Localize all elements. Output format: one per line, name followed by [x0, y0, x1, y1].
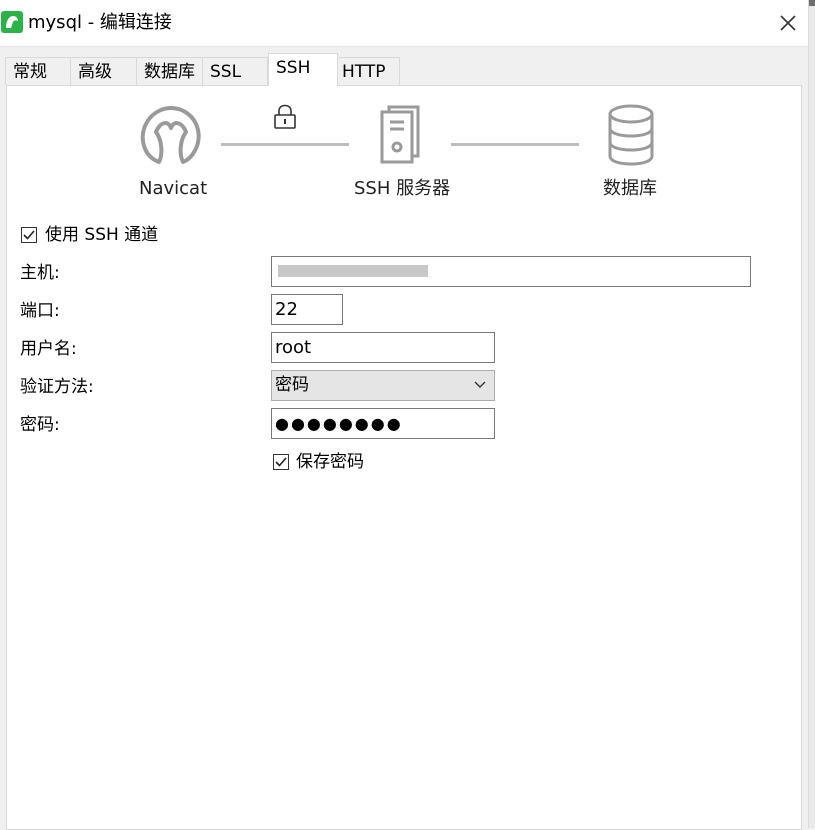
- navicat-app-icon: [1, 11, 23, 33]
- username-input[interactable]: root: [271, 332, 495, 363]
- diagram-client-label: Navicat: [139, 178, 208, 199]
- password-label: 密码:: [20, 415, 60, 435]
- diagram-database-label: 数据库: [603, 178, 657, 199]
- use-ssh-checkbox[interactable]: [21, 227, 37, 243]
- save-password-checkbox[interactable]: [273, 454, 289, 470]
- save-password-label[interactable]: 保存密码: [296, 451, 364, 473]
- password-input[interactable]: ●●●●●●●●: [271, 408, 495, 439]
- port-input[interactable]: 22: [271, 294, 343, 325]
- chevron-down-icon: [474, 381, 486, 388]
- host-label: 主机:: [20, 263, 60, 283]
- auth-method-select[interactable]: 密码: [271, 370, 495, 401]
- checkmark-icon: [23, 230, 35, 240]
- auth-method-label: 验证方法:: [20, 377, 94, 397]
- tab-ssh[interactable]: SSH: [268, 53, 338, 86]
- port-label: 端口:: [20, 301, 60, 321]
- close-icon[interactable]: [776, 11, 800, 35]
- ssh-server-icon: [380, 105, 420, 164]
- window-edge: [808, 0, 815, 828]
- lock-icon: [274, 104, 296, 129]
- tab-ssl[interactable]: SSL: [202, 57, 268, 85]
- tab-http[interactable]: HTTP: [334, 57, 400, 85]
- connection-line: [451, 143, 579, 146]
- host-input[interactable]: [271, 256, 751, 287]
- tab-database[interactable]: 数据库: [136, 57, 203, 85]
- tab-advanced[interactable]: 高级: [70, 57, 137, 85]
- diagram-server-label: SSH 服务器: [354, 178, 451, 199]
- window-title: mysql - 编辑连接: [28, 12, 172, 33]
- navicat-logo-icon: [140, 106, 201, 164]
- username-label: 用户名:: [20, 339, 77, 359]
- ssh-settings-panel: Navicat SSH 服务器 数据库 使用 SSH 通道 主机: 端口: 22…: [6, 85, 802, 830]
- database-icon: [608, 104, 654, 166]
- auth-method-value: 密码: [275, 375, 309, 395]
- tab-general[interactable]: 常规: [5, 57, 71, 85]
- connection-line: [221, 143, 349, 146]
- checkmark-icon: [275, 457, 287, 467]
- title-bar: mysql - 编辑连接: [0, 0, 808, 47]
- redacted-host: [278, 265, 428, 277]
- use-ssh-label[interactable]: 使用 SSH 通道: [45, 224, 158, 246]
